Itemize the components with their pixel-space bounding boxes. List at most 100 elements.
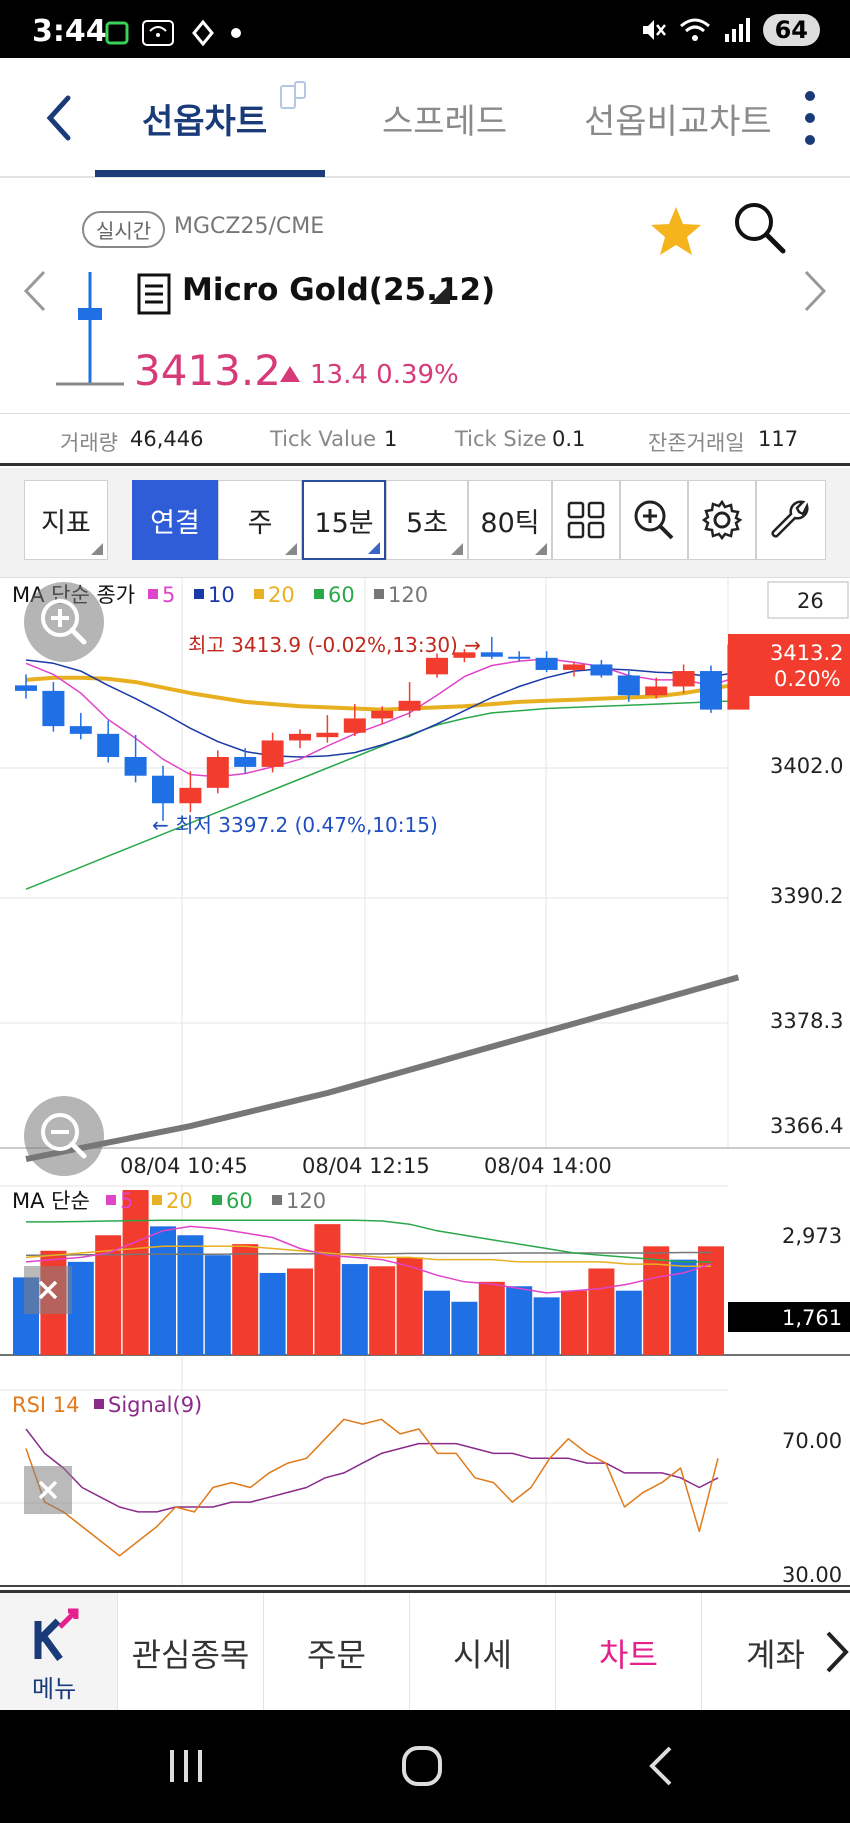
rsi-axis-tick: 70.00 <box>782 1429 842 1453</box>
volume-bar <box>561 1290 587 1355</box>
tools-button[interactable] <box>756 480 826 560</box>
candle-body <box>15 685 37 691</box>
contract-info-row: 거래량 46,446 Tick Value 1 Tick Size 0.1 잔존… <box>0 416 850 466</box>
screenshot-icon <box>105 21 129 45</box>
realtime-badge: 실시간 <box>82 211 166 248</box>
system-nav-bar <box>0 1710 850 1823</box>
next-symbol-icon[interactable] <box>800 268 830 314</box>
volume-bar <box>643 1246 670 1355</box>
recent-apps-icon[interactable] <box>166 1746 206 1786</box>
zoom-in-icon <box>41 599 87 645</box>
back-arrow-icon[interactable] <box>30 88 90 148</box>
chart-zoom-out-button[interactable] <box>24 1096 104 1176</box>
prev-symbol-icon[interactable] <box>20 268 50 314</box>
chevron-right-icon[interactable] <box>824 1629 850 1675</box>
legend-label: 5 <box>120 1189 133 1213</box>
volume-current-tag-value: 1,761 <box>782 1306 842 1330</box>
candle-body <box>480 652 503 657</box>
high-annotation: 최고 3413.9 (-0.02%,13:30) → <box>188 633 481 657</box>
volume-bar <box>396 1257 423 1355</box>
more-vertical-icon[interactable] <box>790 88 830 148</box>
candle-body <box>69 726 92 734</box>
candle-body <box>371 710 394 719</box>
settings-button[interactable] <box>688 480 756 560</box>
chart-area[interactable]: MA 단순 종가5102060120263402.03390.23378.333… <box>0 578 850 1588</box>
legend-swatch <box>212 1195 222 1205</box>
legend-swatch <box>314 589 324 599</box>
indicator-button[interactable]: 지표 <box>24 480 108 560</box>
legend-swatch <box>148 589 158 599</box>
rsi-line <box>25 1418 719 1557</box>
legend-label: 60 <box>328 583 355 607</box>
candle-body <box>508 656 531 659</box>
wrench-icon <box>771 500 809 538</box>
legend-label: 120 <box>388 583 428 607</box>
wifi-icon <box>679 18 710 41</box>
document-list-icon[interactable] <box>136 272 172 316</box>
period-15min-button[interactable]: 15분 <box>302 480 386 560</box>
continuous-button[interactable]: 연결 <box>132 480 218 560</box>
nav-order[interactable]: 주문 <box>264 1593 410 1713</box>
volume-bar <box>177 1235 204 1355</box>
candle-body <box>234 756 257 767</box>
chart-canvas[interactable]: MA 단순 종가5102060120263402.03390.23378.333… <box>0 578 850 1588</box>
search-icon[interactable] <box>730 198 790 258</box>
period-5sec-button[interactable]: 5초 <box>386 480 468 560</box>
volume-bar <box>314 1224 341 1355</box>
ma120-line <box>25 974 740 1163</box>
legend-swatch <box>254 589 264 599</box>
app-root: 3:44 64 선옵차트 스프레드 선옵비교차트 실시간 MGCZ25/CME <box>0 0 850 1823</box>
time-axis-tick: 08/04 12:15 <box>302 1154 430 1178</box>
nav-chart[interactable]: 차트 <box>556 1593 702 1713</box>
volume-bar <box>232 1244 259 1355</box>
dropdown-triangle-icon[interactable] <box>428 282 452 306</box>
period-80tick-button[interactable]: 80틱 <box>468 480 552 560</box>
layout-grid-button[interactable] <box>552 480 620 560</box>
home-icon[interactable] <box>400 1744 444 1788</box>
close-icon <box>38 1480 58 1500</box>
candle-body <box>563 664 585 670</box>
mini-candle-icon <box>56 272 124 386</box>
signal-legend-label: Signal(9) <box>108 1393 202 1417</box>
back-nav-icon[interactable] <box>646 1744 676 1788</box>
mute-icon <box>642 20 666 40</box>
signal-icon <box>724 18 750 42</box>
legend-label: 10 <box>208 583 235 607</box>
chart-zoom-in-button[interactable] <box>24 582 104 662</box>
price-axis-tick: 3366.4 <box>770 1114 843 1138</box>
close-volume-pane-button[interactable] <box>24 1266 72 1314</box>
legend-swatch <box>152 1195 162 1205</box>
days-left-value: 117 <box>758 427 799 451</box>
candle-body <box>343 718 366 733</box>
volume-bar <box>122 1190 149 1355</box>
zoom-button[interactable] <box>620 480 688 560</box>
tab-compare-chart[interactable]: 선옵비교차트 <box>584 94 772 143</box>
brand-logo-icon <box>34 1608 79 1662</box>
candle-body <box>42 690 65 727</box>
tab-spread[interactable]: 스프레드 <box>382 94 507 143</box>
close-rsi-pane-button[interactable] <box>24 1466 72 1514</box>
favorite-star-icon[interactable] <box>648 204 704 260</box>
status-bar: 3:44 64 <box>0 0 850 58</box>
voip-wifi-icon <box>142 20 174 46</box>
volume-bar <box>506 1286 533 1355</box>
price-change: 13.4 0.39% <box>280 360 459 390</box>
tick-size: 0.1 <box>552 427 586 451</box>
menu-button[interactable]: 메뉴 <box>0 1593 118 1713</box>
rsi-pane <box>25 1418 719 1557</box>
legend-label: 20 <box>268 583 295 607</box>
volume-bar <box>533 1297 560 1355</box>
chart-labels: MA 단순 종가5102060120263402.03390.23378.333… <box>12 581 850 1587</box>
legend-label: 5 <box>162 583 175 607</box>
tab-futures-chart[interactable]: 선옵차트 <box>142 94 267 143</box>
candle-body <box>426 657 448 675</box>
top-nav: 선옵차트 스프레드 선옵비교차트 <box>0 58 850 178</box>
active-tab-indicator <box>95 170 325 177</box>
candle-body <box>316 732 339 738</box>
week-button[interactable]: 주 <box>218 480 302 560</box>
gear-icon <box>701 499 743 541</box>
device-switch-icon[interactable] <box>277 80 309 112</box>
candle-body <box>152 775 174 804</box>
nav-watchlist[interactable]: 관심종목 <box>118 1593 264 1713</box>
nav-quotes[interactable]: 시세 <box>410 1593 556 1713</box>
